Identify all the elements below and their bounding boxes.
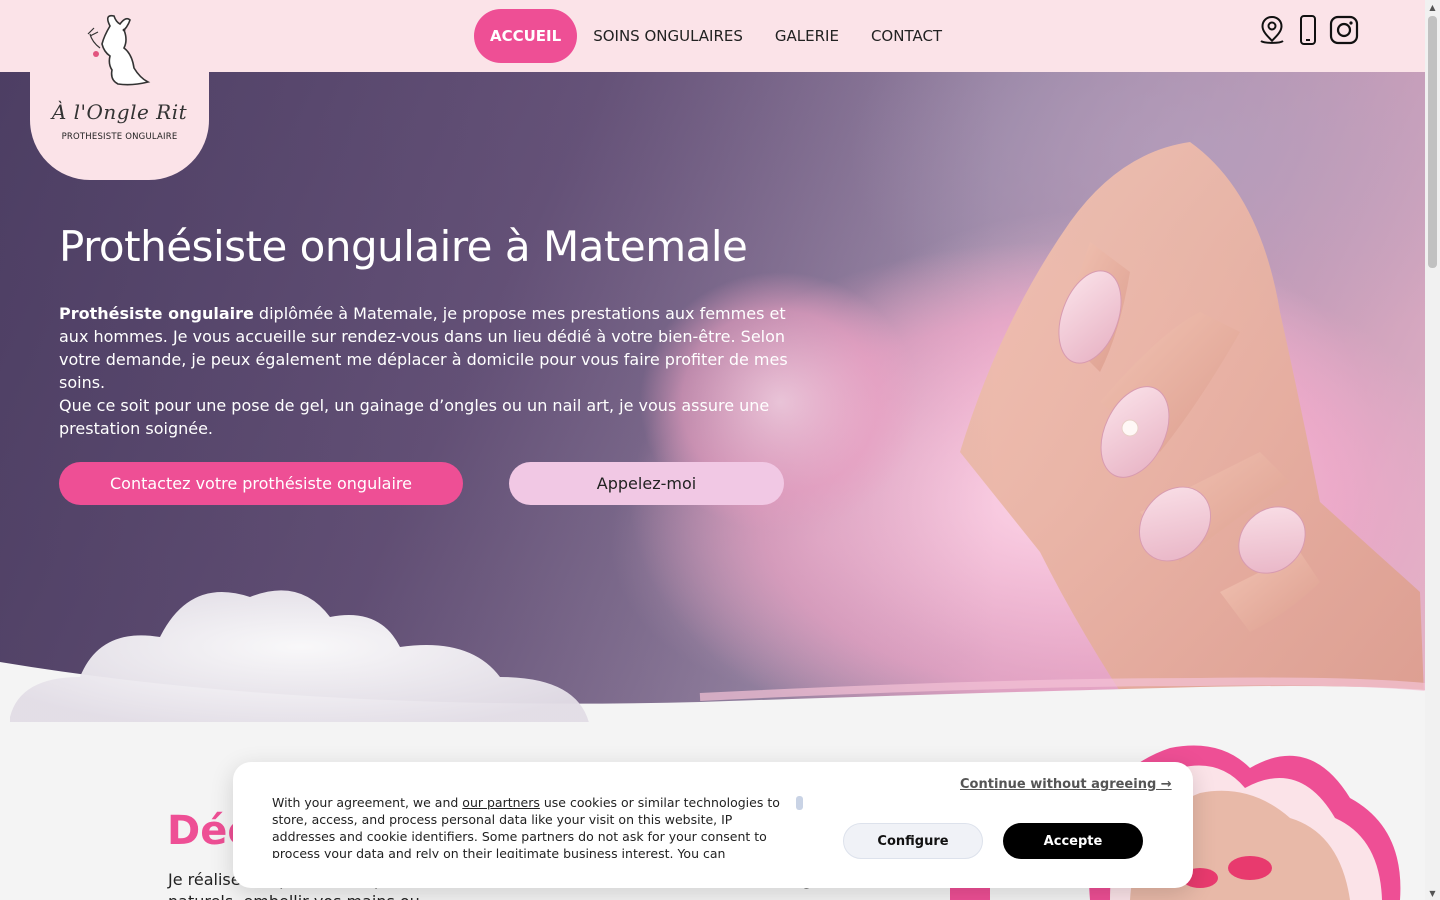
cookie-banner: Continue without agreeing → With your ag…: [233, 762, 1193, 888]
our-partners-link[interactable]: our partners: [462, 795, 540, 810]
nav-item-contact[interactable]: CONTACT: [855, 9, 958, 63]
goat-logo-icon: [87, 14, 150, 86]
hero-title: Prothésiste ongulaire à Matemale: [59, 222, 748, 271]
cookie-text: With your agreement, we and our partners…: [272, 794, 792, 858]
site-logo[interactable]: À l'Ongle Rit PROTHESISTE ONGULAIRE: [30, 0, 209, 180]
configure-button[interactable]: Configure: [843, 823, 983, 859]
location-icon[interactable]: [1256, 14, 1288, 46]
logo-name: À l'Ongle Rit: [51, 100, 188, 124]
page-scrollbar[interactable]: ▲ ▼: [1425, 0, 1440, 900]
hero-description: Prothésiste ongulaire diplômée à Matemal…: [59, 302, 799, 440]
accept-button[interactable]: Accepte: [1003, 823, 1143, 859]
instagram-icon[interactable]: [1328, 14, 1360, 46]
contact-button[interactable]: Contactez votre prothésiste ongulaire: [59, 462, 463, 505]
cloud-decoration: [10, 590, 589, 722]
cookie-text-before: With your agreement, we and: [272, 795, 463, 810]
cookie-text-scrollbar[interactable]: [796, 796, 803, 810]
nav-item-accueil[interactable]: ACCUEIL: [474, 9, 578, 63]
nav-item-soins-ongulaires[interactable]: SOINS ONGULAIRES: [577, 9, 759, 63]
scroll-thumb[interactable]: [1428, 16, 1437, 268]
site-header: ACCUEIL SOINS ONGULAIRES GALERIE CONTACT: [0, 0, 1425, 72]
main-nav: ACCUEIL SOINS ONGULAIRES GALERIE CONTACT: [474, 9, 958, 63]
call-button[interactable]: Appelez-moi: [509, 462, 784, 505]
hero-section: Prothésiste ongulaire à Matemale Prothés…: [0, 72, 1425, 722]
logo-subtitle: PROTHESISTE ONGULAIRE: [61, 132, 178, 142]
hero-text-bold: Prothésiste ongulaire: [59, 304, 254, 323]
header-icons: [1256, 14, 1360, 46]
hero-text-second: Que ce soit pour une pose de gel, un gai…: [59, 396, 770, 438]
nav-item-galerie[interactable]: GALERIE: [759, 9, 855, 63]
scroll-up-icon[interactable]: ▲: [1425, 0, 1440, 14]
scroll-down-icon[interactable]: ▼: [1425, 886, 1440, 900]
phone-icon[interactable]: [1292, 14, 1324, 46]
continue-without-agreeing-link[interactable]: Continue without agreeing →: [960, 777, 1172, 792]
